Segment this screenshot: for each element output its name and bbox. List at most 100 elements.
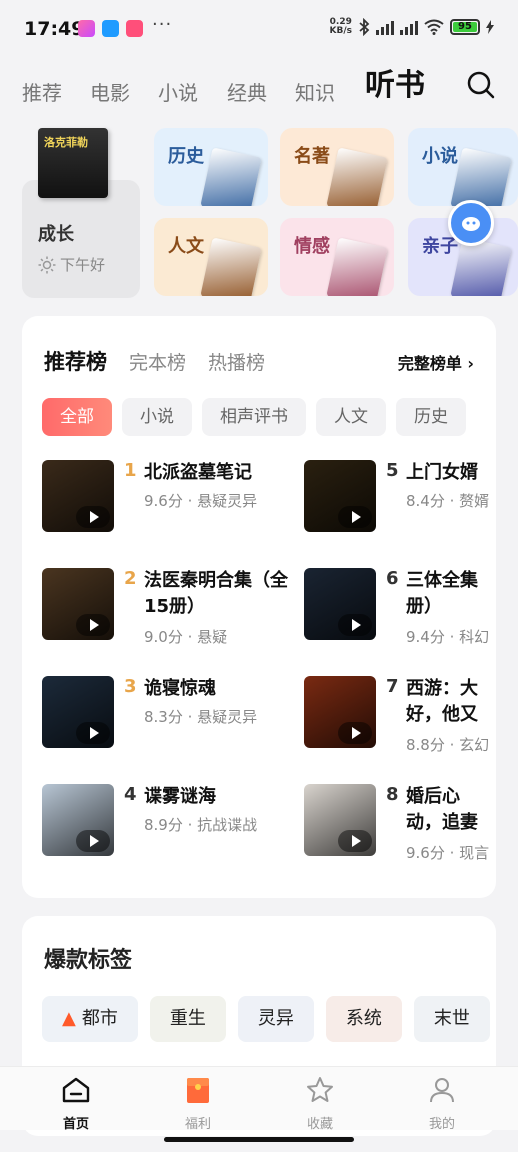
net-speed: 0.29 KB/s bbox=[329, 17, 352, 36]
category-cover bbox=[450, 237, 512, 296]
book-cover bbox=[304, 676, 376, 748]
growth-card[interactable]: 洛克菲勒 成长 下午好 bbox=[22, 128, 140, 298]
hot-tag[interactable]: 重生 bbox=[149, 996, 226, 1042]
category-classics[interactable]: 名著 bbox=[280, 128, 394, 206]
book-meta: 8.8分 · 玄幻 bbox=[406, 736, 490, 754]
play-icon[interactable] bbox=[338, 722, 372, 744]
chip-novel[interactable]: 小说 bbox=[122, 398, 192, 436]
tab-recommend[interactable]: 推荐 bbox=[22, 77, 62, 106]
category-novel[interactable]: 小说 bbox=[408, 128, 518, 206]
chip-humanities[interactable]: 人文 bbox=[316, 398, 386, 436]
category-cover bbox=[326, 237, 388, 296]
greeting: 下午好 bbox=[60, 256, 106, 274]
ranking-card: 推荐榜 完本榜 热播榜 完整榜单 › 全部 小说 相声评书 人文 历史 1 北派盗… bbox=[22, 316, 496, 898]
category-cover bbox=[450, 147, 512, 206]
tab-novel[interactable]: 小说 bbox=[158, 77, 198, 106]
category-cover bbox=[200, 147, 262, 206]
nav-home[interactable]: 首页 bbox=[36, 1075, 116, 1132]
top-nav: 推荐 电影 小说 经典 知识 听书 bbox=[22, 66, 496, 116]
full-list-link[interactable]: 完整榜单 › bbox=[398, 350, 474, 374]
charging-icon bbox=[486, 20, 494, 34]
hot-tag[interactable]: 末世 bbox=[413, 996, 490, 1042]
book-meta: 9.0分 · 悬疑 bbox=[144, 628, 228, 646]
gift-icon bbox=[187, 1078, 209, 1103]
book-title: 诡寝惊魂 bbox=[144, 678, 216, 699]
book-cover bbox=[304, 460, 376, 532]
rank-number: 6 bbox=[386, 568, 399, 589]
rank-item[interactable]: 7 西游：大好，他又 8.8分 · 玄幻 bbox=[304, 676, 496, 756]
book-title: 婚后心动，追妻有点 bbox=[406, 786, 478, 833]
chip-all[interactable]: 全部 bbox=[42, 398, 112, 436]
rank-item[interactable]: 4 谍雾谜海 8.9分 · 抗战谍战 bbox=[42, 784, 342, 864]
sun-icon bbox=[38, 256, 56, 273]
book-meta: 9.6分 · 现言 bbox=[406, 844, 490, 862]
rank-number: 1 bbox=[124, 460, 137, 481]
more-notifications-icon: ··· bbox=[152, 14, 173, 35]
nav-profile[interactable]: 我的 bbox=[402, 1075, 482, 1132]
hot-tags-title: 爆款标签 bbox=[44, 948, 133, 973]
nav-welfare[interactable]: 福利 bbox=[158, 1075, 238, 1132]
signal-icon bbox=[400, 19, 418, 35]
rank-item[interactable]: 5 上门女婿 8.4分 · 赘婿 bbox=[304, 460, 496, 540]
nav-favorites[interactable]: 收藏 bbox=[280, 1075, 360, 1132]
book-cover bbox=[42, 568, 114, 640]
home-indicator[interactable] bbox=[164, 1137, 354, 1142]
book-title: 谍雾谜海 bbox=[144, 786, 216, 807]
category-humanities[interactable]: 人文 bbox=[154, 218, 268, 296]
home-icon bbox=[62, 1077, 90, 1103]
category-cover bbox=[200, 237, 262, 296]
chip-history[interactable]: 历史 bbox=[396, 398, 466, 436]
hot-tag[interactable]: 灵异 bbox=[237, 996, 314, 1042]
book-meta: 9.6分 · 悬疑灵异 bbox=[144, 492, 258, 510]
tab-classic[interactable]: 经典 bbox=[227, 77, 267, 106]
hot-tag[interactable]: ▲ 都市 bbox=[42, 996, 138, 1042]
book-cover bbox=[42, 784, 114, 856]
book-meta: 8.9分 · 抗战谍战 bbox=[144, 816, 258, 834]
tab-hot-rank[interactable]: 热播榜 bbox=[208, 348, 265, 375]
tab-recommend-rank[interactable]: 推荐榜 bbox=[44, 346, 107, 376]
wifi-icon bbox=[424, 19, 444, 35]
category-chips: 全部 小说 相声评书 人文 历史 bbox=[42, 398, 466, 436]
rank-item[interactable]: 2 法医秦明合集（全15册） 9.0分 · 悬疑 bbox=[42, 568, 342, 648]
chip-crosstalk[interactable]: 相声评书 bbox=[202, 398, 306, 436]
play-icon[interactable] bbox=[338, 614, 372, 636]
play-icon[interactable] bbox=[76, 614, 110, 636]
rank-item[interactable]: 8 婚后心动，追妻有点 9.6分 · 现言 bbox=[304, 784, 496, 864]
play-icon[interactable] bbox=[76, 506, 110, 528]
play-icon[interactable] bbox=[338, 506, 372, 528]
book-title: 法医秦明合集（全15册） bbox=[144, 570, 288, 617]
book-title: 北派盗墓笔记 bbox=[144, 462, 252, 483]
play-icon[interactable] bbox=[76, 830, 110, 852]
category-emotion[interactable]: 情感 bbox=[280, 218, 394, 296]
growth-title: 成长 bbox=[38, 224, 74, 245]
book-title: 三体全集册） bbox=[406, 570, 478, 617]
rank-item[interactable]: 6 三体全集册） 9.4分 · 科幻 bbox=[304, 568, 496, 648]
search-icon[interactable] bbox=[466, 70, 496, 100]
tab-audiobook[interactable]: 听书 bbox=[365, 60, 425, 104]
hot-tag[interactable]: 系统 bbox=[325, 996, 402, 1042]
book-cover bbox=[42, 460, 114, 532]
star-icon bbox=[307, 1077, 333, 1102]
rank-number: 4 bbox=[124, 784, 137, 805]
bottom-nav: 首页 福利 收藏 我的 bbox=[0, 1066, 518, 1132]
battery-icon: 95 bbox=[450, 19, 480, 35]
book-title: 上门女婿 bbox=[406, 462, 478, 483]
tab-movie[interactable]: 电影 bbox=[90, 77, 130, 106]
book-meta: 8.3分 · 悬疑灵异 bbox=[144, 708, 258, 726]
app-notification-icon bbox=[78, 20, 95, 37]
rank-item[interactable]: 1 北派盗墓笔记 9.6分 · 悬疑灵异 bbox=[42, 460, 342, 540]
rank-item[interactable]: 3 诡寝惊魂 8.3分 · 悬疑灵异 bbox=[42, 676, 342, 756]
play-icon[interactable] bbox=[338, 830, 372, 852]
book-title: 西游：大好，他又 bbox=[406, 678, 478, 725]
rank-number: 5 bbox=[386, 460, 399, 481]
signal-icon bbox=[376, 19, 394, 35]
category-history[interactable]: 历史 bbox=[154, 128, 268, 206]
tab-completed-rank[interactable]: 完本榜 bbox=[129, 348, 186, 375]
app-notification-icon bbox=[126, 20, 143, 37]
assistant-bubble-icon[interactable] bbox=[448, 200, 494, 246]
play-icon[interactable] bbox=[76, 722, 110, 744]
user-icon bbox=[430, 1078, 454, 1103]
rank-number: 8 bbox=[386, 784, 399, 805]
status-bar: 17:49 ··· 0.29 KB/s 95 bbox=[0, 0, 518, 60]
tab-knowledge[interactable]: 知识 bbox=[295, 77, 335, 106]
